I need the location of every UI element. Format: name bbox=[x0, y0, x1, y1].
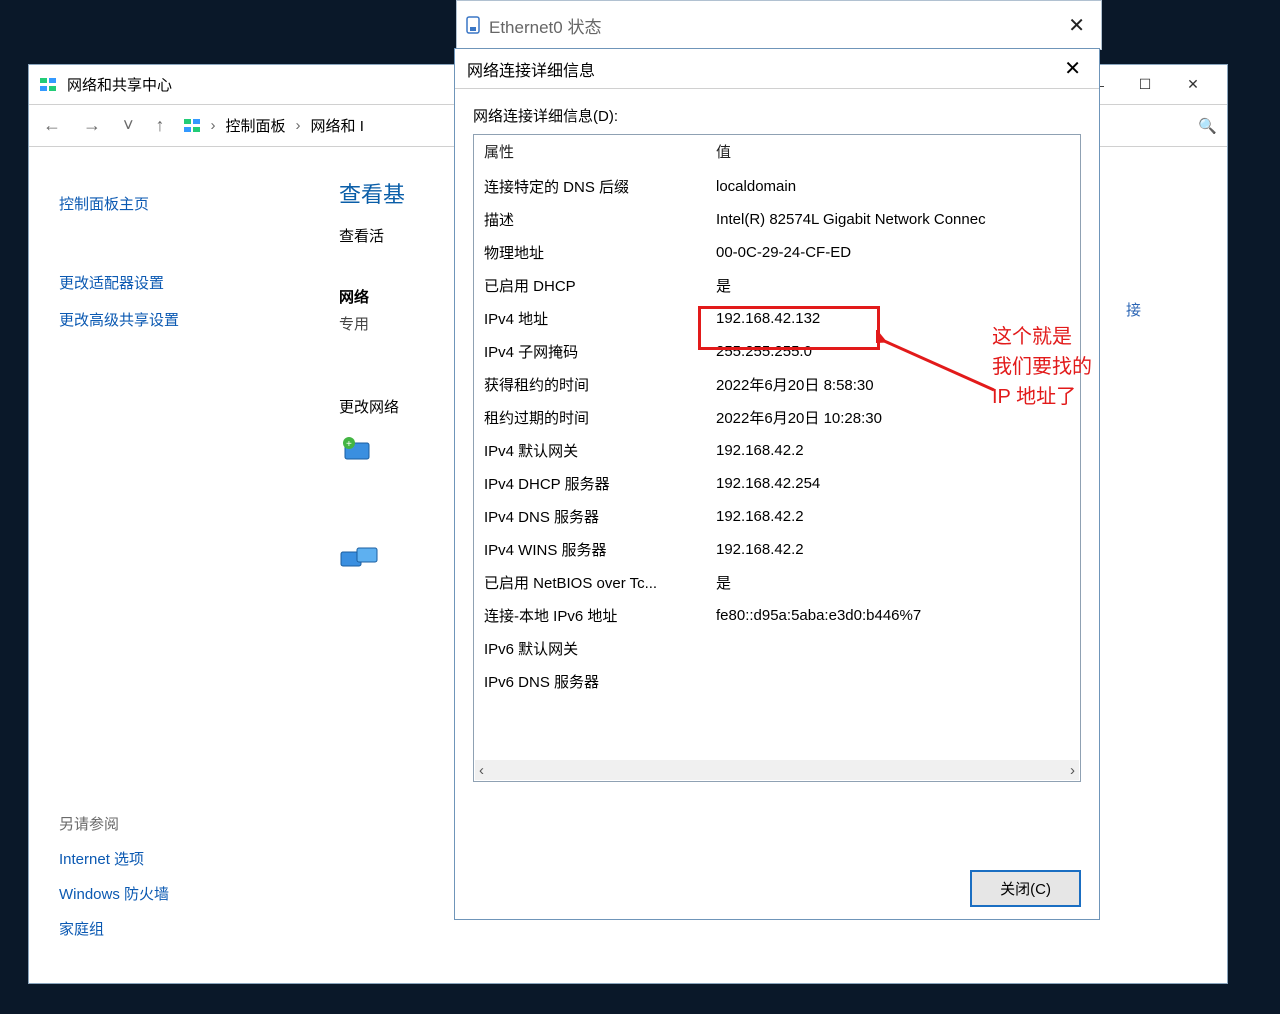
svg-text:+: + bbox=[346, 439, 352, 450]
property-name: IPv6 默认网关 bbox=[484, 638, 716, 659]
cp-title: 网络和共享中心 bbox=[67, 74, 172, 95]
property-row[interactable]: IPv6 DNS 服务器 bbox=[484, 665, 1070, 698]
property-row[interactable]: IPv4 DNS 服务器192.168.42.2 bbox=[484, 500, 1070, 533]
network-center-icon bbox=[39, 76, 57, 94]
property-name: 获得租约的时间 bbox=[484, 374, 716, 395]
property-value: 是 bbox=[716, 572, 1070, 593]
property-name: IPv4 DHCP 服务器 bbox=[484, 473, 716, 494]
property-value: Intel(R) 82574L Gigabit Network Connec bbox=[716, 211, 1070, 228]
ethernet-status-title: Ethernet0 状态 bbox=[489, 13, 601, 38]
connection-label-fragment: 接 bbox=[1126, 299, 1141, 320]
main-heading: 查看基 bbox=[339, 177, 405, 209]
network-center-icon bbox=[183, 117, 201, 135]
nav-up-button[interactable]: ↑ bbox=[152, 115, 169, 136]
close-button[interactable]: ✕ bbox=[1058, 56, 1087, 81]
col-value[interactable]: 值 bbox=[716, 141, 731, 162]
property-name: 已启用 DHCP bbox=[484, 275, 716, 296]
search-icon[interactable]: 🔍 bbox=[1198, 117, 1217, 135]
property-value: 192.168.42.2 bbox=[716, 442, 1070, 459]
annotation-line-1: 这个就是 bbox=[992, 322, 1092, 352]
property-row[interactable]: IPv4 子网掩码255.255.255.0 bbox=[484, 335, 1070, 368]
property-row[interactable]: IPv4 默认网关192.168.42.2 bbox=[484, 434, 1070, 467]
see-also-firewall[interactable]: Windows 防火墙 bbox=[59, 883, 169, 904]
sidebar-link-home[interactable]: 控制面板主页 bbox=[59, 193, 339, 214]
column-headers: 属性 值 bbox=[474, 135, 1080, 168]
property-row[interactable]: 已启用 DHCP是 bbox=[484, 269, 1070, 302]
property-value: 192.168.42.2 bbox=[716, 541, 1070, 558]
property-name: 连接特定的 DNS 后缀 bbox=[484, 176, 716, 197]
breadcrumb-segment[interactable]: 网络和 I bbox=[311, 115, 364, 136]
network-type: 专用 bbox=[339, 313, 405, 334]
network-label: 网络 bbox=[339, 286, 405, 307]
property-name: IPv4 DNS 服务器 bbox=[484, 506, 716, 527]
close-button[interactable]: ✕ bbox=[1060, 13, 1093, 38]
network-details-dialog: 网络连接详细信息 ✕ 网络连接详细信息(D): 属性 值 连接特定的 DNS 后… bbox=[454, 48, 1100, 920]
property-name: 描述 bbox=[484, 209, 716, 230]
property-row[interactable]: 描述Intel(R) 82574L Gigabit Network Connec bbox=[484, 203, 1070, 236]
property-name: 连接-本地 IPv6 地址 bbox=[484, 605, 716, 626]
breadcrumb-sep: › bbox=[296, 117, 301, 134]
cp-main: 查看基 查看活 网络 专用 更改网络 + bbox=[339, 177, 405, 573]
dialog-title: 网络连接详细信息 bbox=[467, 57, 595, 81]
ethernet-icon bbox=[465, 15, 481, 35]
property-row[interactable]: 连接-本地 IPv6 地址fe80::d95a:5aba:e3d0:b446%7 bbox=[484, 599, 1070, 632]
main-subheading: 查看活 bbox=[339, 225, 405, 246]
property-value: 192.168.42.254 bbox=[716, 475, 1070, 492]
ethernet-status-window: Ethernet0 状态 ✕ bbox=[456, 0, 1102, 50]
see-also-heading: 另请参阅 bbox=[59, 813, 169, 834]
property-name: 租约过期的时间 bbox=[484, 407, 716, 428]
breadcrumb-root[interactable]: 控制面板 bbox=[226, 115, 286, 136]
annotation-text: 这个就是 我们要找的 IP 地址了 bbox=[992, 322, 1092, 412]
col-property[interactable]: 属性 bbox=[484, 141, 716, 162]
see-also-homegroup[interactable]: 家庭组 bbox=[59, 918, 169, 939]
property-row[interactable]: 获得租约的时间2022年6月20日 8:58:30 bbox=[484, 368, 1070, 401]
property-name: 已启用 NetBIOS over Tc... bbox=[484, 572, 716, 593]
maximize-button[interactable]: ☐ bbox=[1121, 69, 1169, 101]
cp-sidebar: 控制面板主页 更改适配器设置 更改高级共享设置 bbox=[59, 177, 339, 573]
close-button[interactable]: ✕ bbox=[1169, 69, 1217, 101]
details-label: 网络连接详细信息(D): bbox=[473, 105, 1081, 126]
see-also-section: 另请参阅 Internet 选项 Windows 防火墙 家庭组 bbox=[59, 813, 169, 953]
add-connection-icon[interactable]: + bbox=[339, 435, 405, 465]
property-row[interactable]: 租约过期的时间2022年6月20日 10:28:30 bbox=[484, 401, 1070, 434]
horizontal-scrollbar[interactable]: ‹ › bbox=[475, 760, 1079, 780]
property-row[interactable]: IPv6 默认网关 bbox=[484, 632, 1070, 665]
breadcrumb[interactable]: › 控制面板 › 网络和 I bbox=[183, 115, 364, 136]
nav-forward-button[interactable]: → bbox=[79, 115, 105, 136]
property-name: IPv6 DNS 服务器 bbox=[484, 671, 716, 692]
see-also-internet-options[interactable]: Internet 选项 bbox=[59, 848, 169, 869]
property-row[interactable]: IPv4 DHCP 服务器192.168.42.254 bbox=[484, 467, 1070, 500]
property-value: 是 bbox=[716, 275, 1070, 296]
scroll-left-icon[interactable]: ‹ bbox=[479, 762, 484, 779]
property-row[interactable]: 连接特定的 DNS 后缀localdomain bbox=[484, 170, 1070, 203]
property-value: localdomain bbox=[716, 178, 1070, 195]
property-name: IPv4 子网掩码 bbox=[484, 341, 716, 362]
property-value: 00-0C-29-24-CF-ED bbox=[716, 244, 1070, 261]
troubleshoot-icon[interactable] bbox=[339, 543, 405, 573]
scroll-right-icon[interactable]: › bbox=[1070, 762, 1075, 779]
dialog-titlebar: 网络连接详细信息 ✕ bbox=[455, 49, 1099, 89]
annotation-line-2: 我们要找的 bbox=[992, 352, 1092, 382]
sidebar-link-advanced-sharing[interactable]: 更改高级共享设置 bbox=[59, 309, 339, 330]
property-name: IPv4 WINS 服务器 bbox=[484, 539, 716, 560]
close-dialog-button[interactable]: 关闭(C) bbox=[970, 870, 1081, 907]
annotation-line-3: IP 地址了 bbox=[992, 382, 1092, 412]
property-name: IPv4 地址 bbox=[484, 308, 716, 329]
property-name: IPv4 默认网关 bbox=[484, 440, 716, 461]
property-value: fe80::d95a:5aba:e3d0:b446%7 bbox=[716, 607, 1070, 624]
nav-history-dropdown[interactable]: ˅ bbox=[119, 115, 138, 136]
property-row[interactable]: 已启用 NetBIOS over Tc...是 bbox=[484, 566, 1070, 599]
property-row[interactable]: 物理地址00-0C-29-24-CF-ED bbox=[484, 236, 1070, 269]
property-listview[interactable]: 属性 值 连接特定的 DNS 后缀localdomain描述Intel(R) 8… bbox=[473, 134, 1081, 782]
change-settings-heading: 更改网络 bbox=[339, 396, 405, 417]
property-row[interactable]: IPv4 地址192.168.42.132 bbox=[484, 302, 1070, 335]
nav-back-button[interactable]: ← bbox=[39, 115, 65, 136]
property-row[interactable]: IPv4 WINS 服务器192.168.42.2 bbox=[484, 533, 1070, 566]
property-value: 192.168.42.2 bbox=[716, 508, 1070, 525]
breadcrumb-sep: › bbox=[211, 117, 216, 134]
property-name: 物理地址 bbox=[484, 242, 716, 263]
sidebar-link-adapter-settings[interactable]: 更改适配器设置 bbox=[59, 272, 339, 293]
